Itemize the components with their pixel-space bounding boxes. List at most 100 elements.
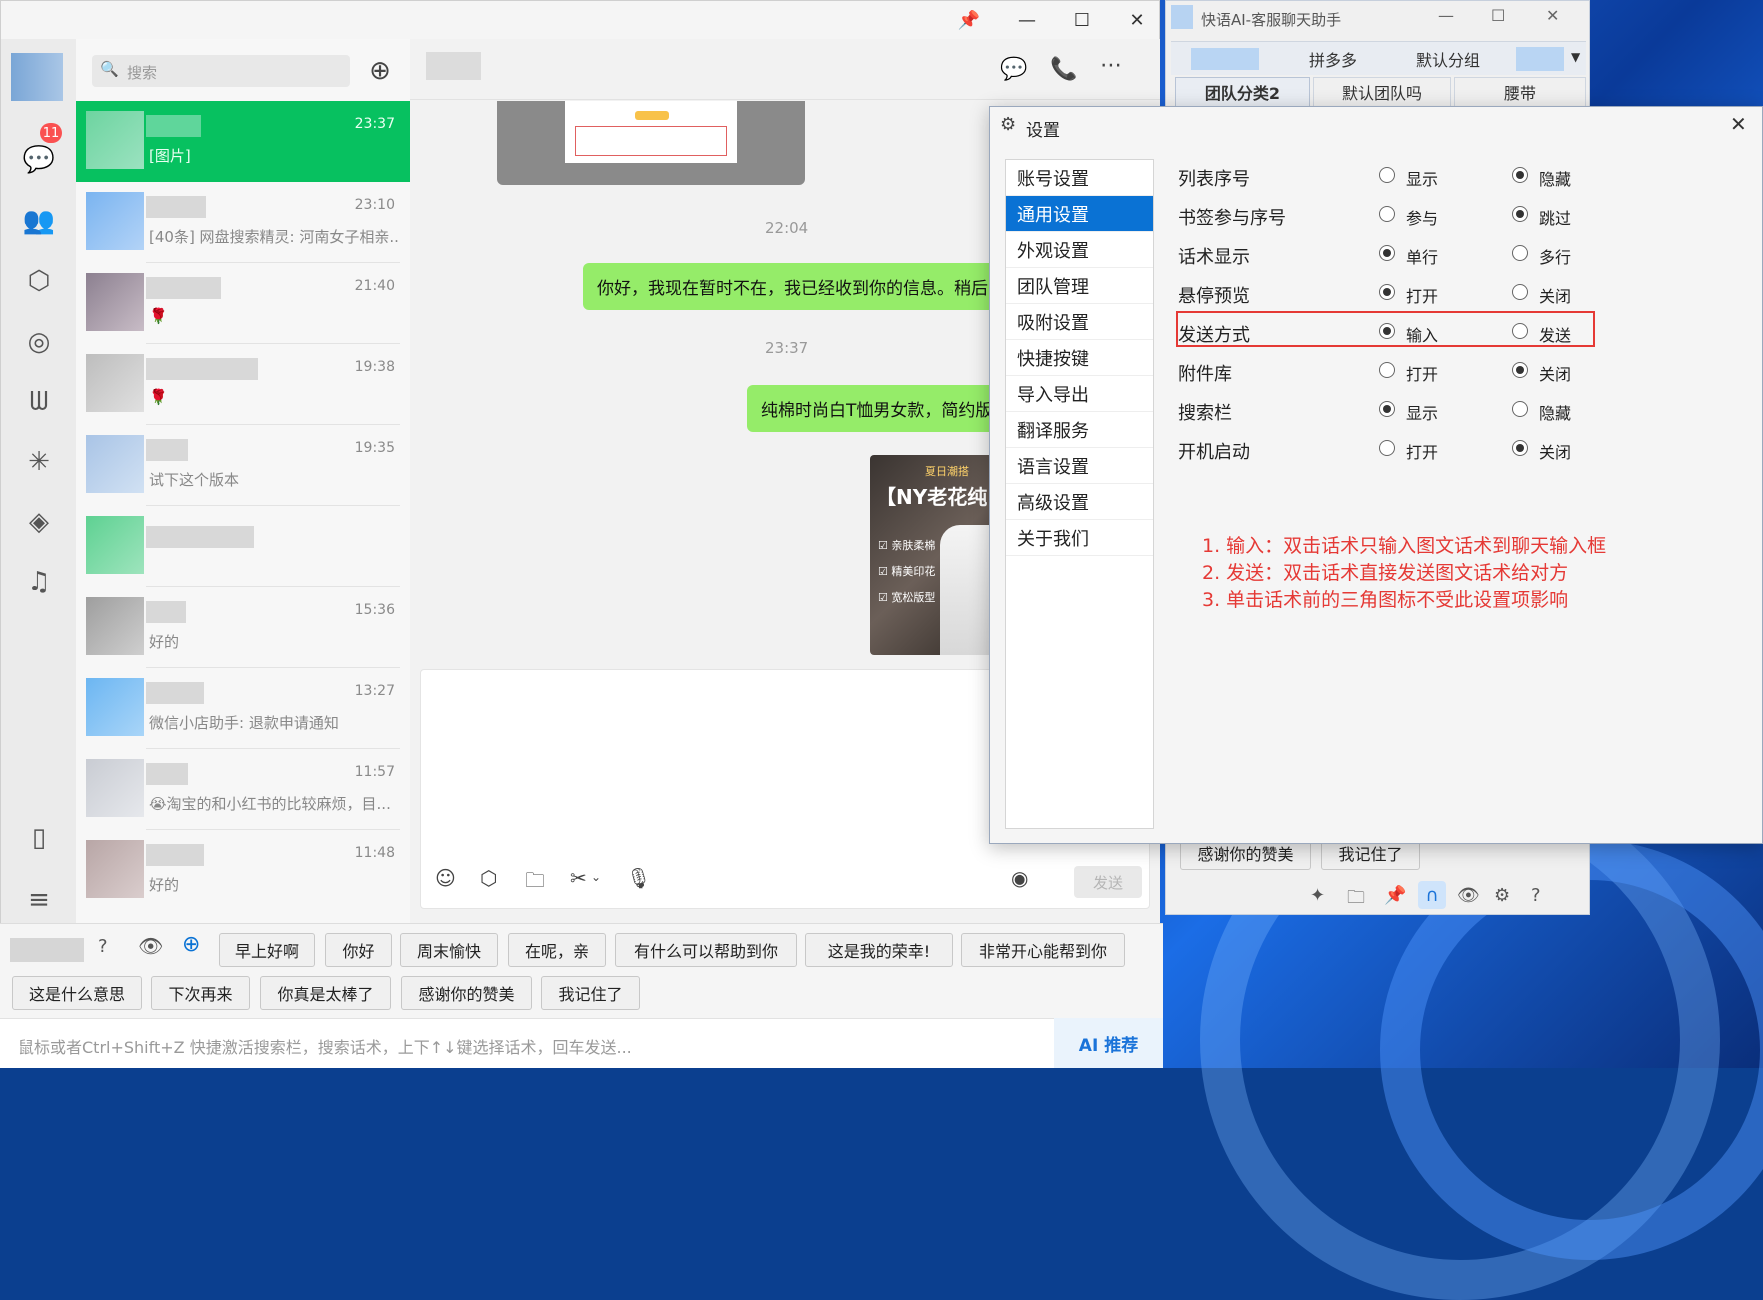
quick-reply-button[interactable]: 下次再来: [151, 976, 250, 1010]
avatar[interactable]: [11, 53, 63, 101]
favorites-icon[interactable]: ⬡: [20, 262, 58, 300]
menu-icon[interactable]: ≡: [20, 881, 58, 919]
moments-icon[interactable]: ◎: [20, 323, 58, 361]
pin-button[interactable]: 📌: [946, 1, 992, 39]
list-item[interactable]: 23:10 [40条] 网盘搜索精灵: 河南女子相亲...: [76, 182, 410, 263]
radio-button[interactable]: [1379, 401, 1395, 417]
minimize-button[interactable]: —: [1438, 6, 1454, 25]
menu-item-about[interactable]: 关于我们: [1006, 520, 1153, 556]
folder-icon[interactable]: 🗀: [1347, 885, 1365, 915]
contacts-icon[interactable]: 👥: [20, 202, 58, 240]
radio-button[interactable]: [1512, 284, 1528, 300]
emoji-icon[interactable]: ☺: [435, 866, 456, 890]
radio-button[interactable]: [1379, 167, 1395, 183]
menu-item-appearance[interactable]: 外观设置: [1006, 232, 1153, 268]
send-button[interactable]: 发送: [1074, 866, 1142, 898]
list-item[interactable]: 15:36 好的: [76, 587, 410, 668]
help-icon[interactable]: ?: [98, 936, 108, 957]
radio-button[interactable]: [1512, 323, 1528, 339]
radio-button[interactable]: [1512, 245, 1528, 261]
menu-item-general[interactable]: 通用设置: [1006, 196, 1153, 232]
radio-button[interactable]: [1512, 206, 1528, 222]
pin-icon[interactable]: 📌: [1384, 885, 1406, 906]
list-item[interactable]: 19:38 🌹: [76, 344, 410, 425]
radio-button[interactable]: [1379, 245, 1395, 261]
quick-reply-button[interactable]: 你真是太棒了: [260, 976, 391, 1010]
tab-default-group[interactable]: 默认分组: [1393, 42, 1503, 76]
discover-icon[interactable]: ✳: [20, 443, 58, 481]
tab-blurred[interactable]: [1516, 47, 1564, 71]
tab-belt[interactable]: 腰带: [1454, 77, 1586, 107]
menu-item-import-export[interactable]: 导入导出: [1006, 376, 1153, 412]
radio-button[interactable]: [1379, 284, 1395, 300]
sparkle-icon[interactable]: ✦: [1310, 885, 1325, 906]
quick-reply-button[interactable]: 非常开心能帮到你: [961, 933, 1125, 967]
radio-button[interactable]: [1512, 167, 1528, 183]
chevron-down-icon[interactable]: ⌄: [591, 870, 601, 884]
message-bubble[interactable]: 纯棉时尚白T恤男女款，简约版: [747, 385, 1008, 432]
list-item[interactable]: 21:40 🌹: [76, 263, 410, 344]
radio-button[interactable]: [1379, 206, 1395, 222]
close-button[interactable]: ✕: [1730, 112, 1747, 136]
favorites-icon[interactable]: ⬡: [480, 866, 497, 890]
eye-icon[interactable]: 👁: [138, 934, 163, 958]
quick-reply-button[interactable]: 周末愉快: [400, 933, 498, 967]
list-item[interactable]: 13:27 微信小店助手: 退款申请通知: [76, 668, 410, 749]
add-icon[interactable]: ⊕: [182, 932, 200, 957]
ai-recommend-button[interactable]: AI 推荐: [1054, 1018, 1163, 1068]
channels-icon[interactable]: ᗯ: [20, 383, 58, 421]
search-box[interactable]: 🔍 搜索: [92, 55, 350, 87]
chat-icon[interactable]: 💬: [20, 141, 58, 179]
list-item[interactable]: 23:37 [图片]: [76, 101, 410, 182]
phone-icon[interactable]: ▯: [20, 819, 58, 857]
menu-item-team[interactable]: 团队管理: [1006, 268, 1153, 304]
image-message[interactable]: [497, 101, 805, 185]
more-icon[interactable]: ⋯: [1100, 53, 1122, 78]
radio-button[interactable]: [1379, 440, 1395, 456]
message-bubble[interactable]: 你好，我现在暂时不在，我已经收到你的信息。稍后: [583, 263, 1008, 310]
music-icon[interactable]: ♫: [20, 563, 58, 601]
maximize-button[interactable]: ☐: [1491, 6, 1505, 25]
minimize-button[interactable]: —: [1004, 1, 1050, 39]
menu-item-account[interactable]: 账号设置: [1006, 160, 1153, 196]
menu-item-translation[interactable]: 翻译服务: [1006, 412, 1153, 448]
menu-item-advanced[interactable]: 高级设置: [1006, 484, 1153, 520]
message-icon[interactable]: 💬: [1000, 57, 1027, 82]
quick-reply-button[interactable]: 早上好啊: [219, 933, 315, 967]
chevron-down-icon[interactable]: ▼: [1571, 50, 1580, 64]
menu-item-language[interactable]: 语言设置: [1006, 448, 1153, 484]
quick-reply-button[interactable]: 这是我的荣幸!: [805, 933, 953, 967]
script-search-input[interactable]: 鼠标或者Ctrl+Shift+Z 快捷激活搜索栏，搜索话术，上下↑↓键选择话术，…: [0, 1018, 1054, 1068]
tab-default-team[interactable]: 默认团队吗: [1313, 77, 1451, 107]
scissors-icon[interactable]: ✂: [570, 866, 587, 890]
quick-reply-button[interactable]: 有什么可以帮助到你: [615, 933, 797, 967]
menu-item-hotkeys[interactable]: 快捷按键: [1006, 340, 1153, 376]
folder-icon[interactable]: 🗀: [525, 866, 545, 900]
quick-reply-button[interactable]: 你好: [325, 933, 392, 967]
quick-reply-button[interactable]: 在呢，亲: [508, 933, 606, 967]
radio-button[interactable]: [1512, 401, 1528, 417]
add-button[interactable]: ⊕: [364, 55, 396, 87]
magnet-icon[interactable]: ∩: [1418, 881, 1446, 909]
list-item[interactable]: 11:48 好的: [76, 830, 410, 911]
group-selector[interactable]: [10, 938, 84, 962]
tab-pinduoduo[interactable]: 拼多多: [1278, 42, 1388, 76]
radio-button[interactable]: [1379, 362, 1395, 378]
voice-icon[interactable]: ◉: [1011, 866, 1028, 890]
tab-blurred[interactable]: [1191, 48, 1259, 70]
menu-item-snap[interactable]: 吸附设置: [1006, 304, 1153, 340]
microphone-icon[interactable]: 🎙: [626, 866, 651, 890]
maximize-button[interactable]: ☐: [1059, 1, 1105, 39]
quick-reply-button[interactable]: 我记住了: [541, 976, 640, 1010]
list-item[interactable]: 11:57 😭淘宝的和小红书的比较麻烦，目...: [76, 749, 410, 830]
list-item[interactable]: 19:35 试下这个版本: [76, 425, 410, 506]
gear-icon[interactable]: ⚙: [1494, 885, 1510, 906]
quick-reply-button[interactable]: 这是什么意思: [12, 976, 142, 1010]
list-item[interactable]: [76, 506, 410, 587]
close-button[interactable]: ✕: [1114, 1, 1160, 39]
close-button[interactable]: ✕: [1546, 6, 1559, 25]
tab-team-category-2[interactable]: 团队分类2: [1175, 77, 1310, 107]
radio-button[interactable]: [1512, 440, 1528, 456]
miniprogram-icon[interactable]: ◈: [20, 503, 58, 541]
quick-reply-button[interactable]: 感谢你的赞美: [401, 976, 532, 1010]
